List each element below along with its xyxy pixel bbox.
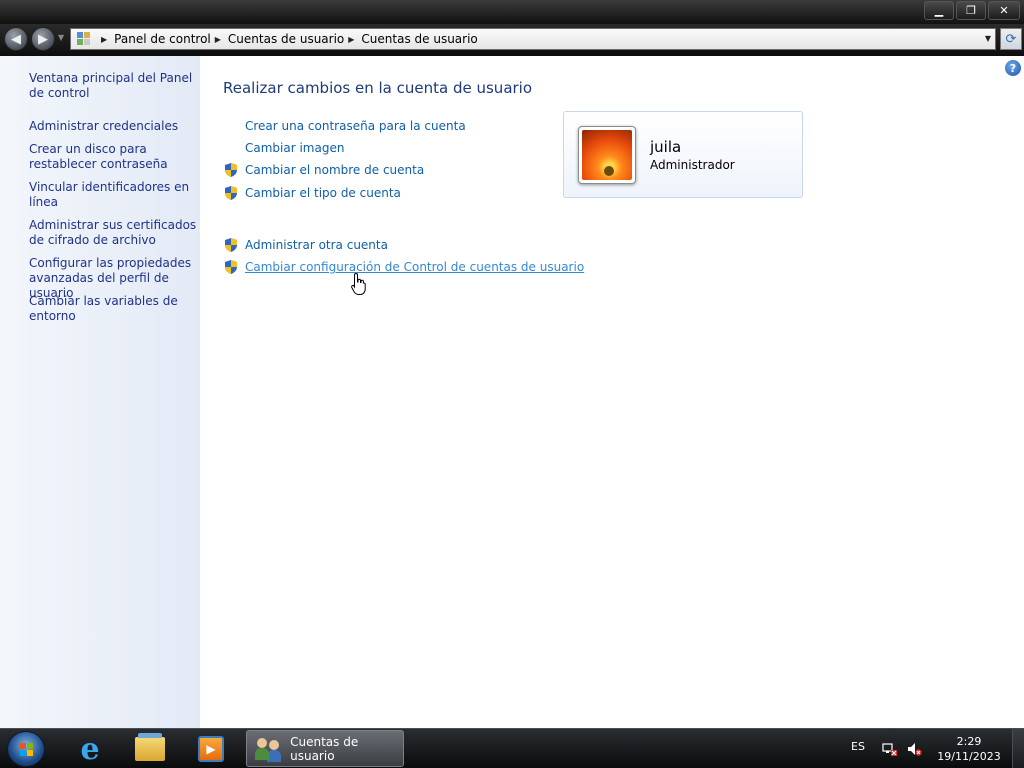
task-manage-another-account[interactable]: Administrar otra cuenta <box>245 238 388 252</box>
system-clock[interactable]: 2:29 19/11/2023 <box>934 734 1004 764</box>
forward-button[interactable]: ▶ <box>31 27 55 51</box>
task-change-account-type[interactable]: Cambiar el tipo de cuenta <box>245 186 401 200</box>
uac-shield-icon <box>223 259 239 275</box>
main-content: ? Realizar cambios en la cuenta de usuar… <box>200 56 1024 728</box>
user-role: Administrador <box>650 158 735 172</box>
uac-shield-icon <box>223 162 239 178</box>
file-explorer-icon[interactable] <box>133 732 167 766</box>
control-panel-icon <box>77 32 91 46</box>
forward-arrow-icon: ▶ <box>38 31 48 47</box>
clock-date: 19/11/2023 <box>937 750 1001 763</box>
task-create-password[interactable]: Crear una contraseña para la cuenta <box>245 119 466 133</box>
clock-time: 2:29 <box>956 735 982 748</box>
page-title: Realizar cambios en la cuenta de usuario <box>223 79 533 97</box>
address-dropdown-icon[interactable]: ▼ <box>985 34 991 43</box>
left-task-pane: Ventana principal del Panel de control A… <box>0 56 200 728</box>
breadcrumb-panel-de-control[interactable]: Panel de control <box>114 32 211 46</box>
sidebar-item-manage-credentials[interactable]: Administrar credenciales <box>29 119 197 134</box>
breadcrumb-separator-icon[interactable]: ▶ <box>215 35 221 44</box>
refresh-button[interactable]: ⟳ <box>1000 28 1022 50</box>
media-player-icon[interactable]: ▶ <box>194 732 228 766</box>
back-button[interactable]: ◀ <box>4 27 28 51</box>
taskbar: e ▶ Cuentas de usuario ES 2:29 19/11/202… <box>0 728 1024 768</box>
user-account-card: juila Administrador <box>563 111 803 198</box>
minimize-button[interactable]: ▁ <box>924 1 954 20</box>
user-accounts-icon <box>255 736 284 762</box>
breadcrumb-separator-icon[interactable]: ▶ <box>101 35 107 44</box>
close-button[interactable]: ✕ <box>988 1 1020 20</box>
avatar <box>578 126 636 184</box>
uac-shield-icon <box>223 185 239 201</box>
sidebar-item-password-reset-disk[interactable]: Crear un disco para restablecer contrase… <box>29 142 197 172</box>
sidebar-item-link-online-ids[interactable]: Vincular identificadores en línea <box>29 180 197 210</box>
title-bar: ▁ ❐ ✕ <box>0 0 1024 24</box>
uac-shield-icon <box>223 237 239 253</box>
maximize-button[interactable]: ❐ <box>956 1 986 20</box>
task-change-picture[interactable]: Cambiar imagen <box>245 141 344 155</box>
sidebar-item-environment-variables[interactable]: Cambiar las variables de entorno <box>29 294 197 324</box>
start-button[interactable] <box>7 731 45 767</box>
task-change-account-name[interactable]: Cambiar el nombre de cuenta <box>245 163 424 177</box>
internet-explorer-icon[interactable]: e <box>73 732 107 767</box>
volume-muted-icon[interactable] <box>906 741 922 757</box>
flower-picture-icon <box>582 130 632 180</box>
show-desktop-button[interactable] <box>1012 729 1024 768</box>
breadcrumb-cuentas-de-usuario-current[interactable]: Cuentas de usuario <box>361 32 477 46</box>
sidebar-item-file-encryption-certificates[interactable]: Administrar sus certificados de cifrado … <box>29 218 197 248</box>
task-change-uac-settings[interactable]: Cambiar configuración de Control de cuen… <box>245 260 584 274</box>
breadcrumb-separator-icon[interactable]: ▶ <box>348 35 354 44</box>
refresh-icon: ⟳ <box>1005 31 1017 47</box>
breadcrumb-cuentas-de-usuario[interactable]: Cuentas de usuario <box>228 32 344 46</box>
help-icon[interactable]: ? <box>1005 60 1021 76</box>
hand-cursor-icon <box>351 272 366 295</box>
network-icon[interactable] <box>882 741 898 757</box>
recent-pages-chevron-icon[interactable]: ▼ <box>58 33 64 42</box>
language-indicator[interactable]: ES <box>851 740 865 753</box>
taskbar-window-button[interactable]: Cuentas de usuario <box>246 730 404 767</box>
navigation-bar: ◀ ▶ ▼ ▶ Panel de control ▶ Cuentas de us… <box>0 24 1024 56</box>
user-name: juila <box>650 138 682 156</box>
window-controls: ▁ ❐ ✕ <box>924 1 1020 20</box>
address-bar[interactable]: ▶ Panel de control ▶ Cuentas de usuario … <box>70 28 996 50</box>
taskbar-window-label: Cuentas de usuario <box>290 734 359 763</box>
back-arrow-icon: ◀ <box>11 31 21 47</box>
sidebar-item-control-panel-home[interactable]: Ventana principal del Panel de control <box>29 71 197 101</box>
